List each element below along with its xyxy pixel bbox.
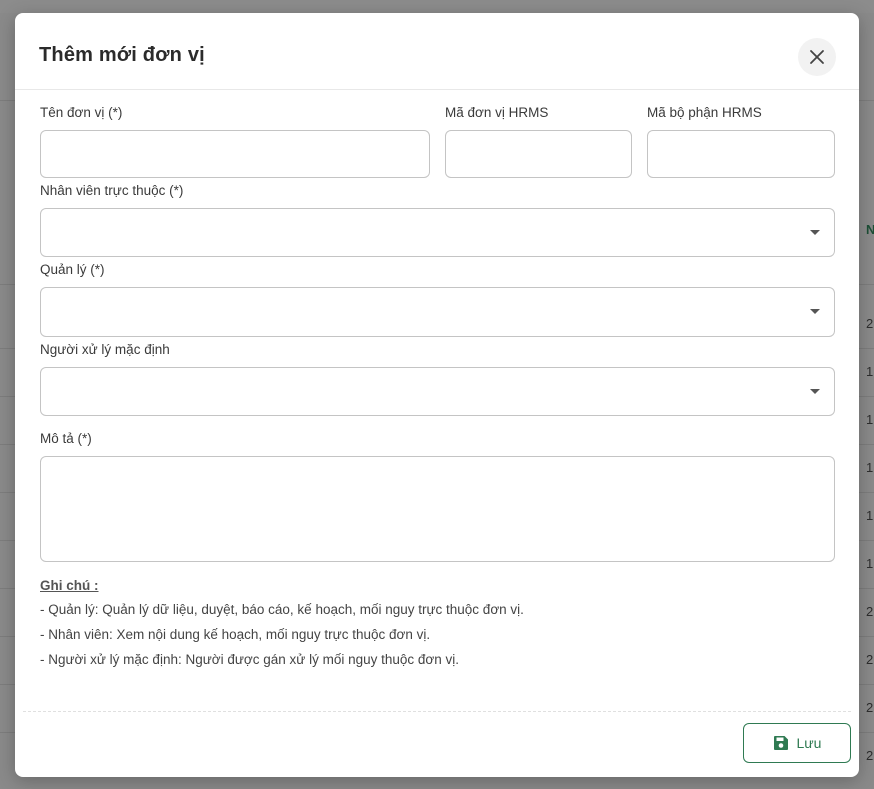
background-cell: 2 <box>866 748 874 763</box>
default-handler-select[interactable] <box>40 367 835 416</box>
footer-divider <box>23 711 851 712</box>
background-cell: 1 <box>866 412 874 427</box>
background-cell: 2 <box>866 652 874 667</box>
save-button[interactable]: Lưu <box>743 723 851 763</box>
unit-name-field[interactable] <box>40 130 430 178</box>
background-cell: 2 <box>866 316 874 331</box>
background-cell: 1 <box>866 460 874 475</box>
background-cell: 1 <box>866 508 874 523</box>
note-line-default-handler: - Người xử lý mặc định: Người được gán x… <box>40 652 459 667</box>
hrms-dept-code-field[interactable] <box>647 130 835 178</box>
description-textarea[interactable] <box>41 457 834 561</box>
employees-label: Nhân viên trực thuộc (*) <box>40 183 184 198</box>
note-line-manager: - Quản lý: Quản lý dữ liệu, duyệt, báo c… <box>40 602 524 617</box>
description-field[interactable] <box>40 456 835 562</box>
background-table-header: N <box>866 222 874 237</box>
chevron-down-icon <box>810 309 820 314</box>
notes-title: Ghi chú : <box>40 578 99 593</box>
close-icon <box>810 50 824 64</box>
dialog-title: Thêm mới đơn vị <box>39 44 205 66</box>
add-unit-dialog: Thêm mới đơn vị Tên đơn vị (*) Mã đơn vị… <box>15 13 859 777</box>
chevron-down-icon <box>810 389 820 394</box>
floppy-disk-icon <box>773 736 788 750</box>
unit-name-label: Tên đơn vị (*) <box>40 105 123 120</box>
chevron-down-icon <box>810 230 820 235</box>
note-line-employee: - Nhân viên: Xem nội dung kế hoạch, mối … <box>40 627 431 642</box>
background-cell: 1 <box>866 556 874 571</box>
manager-label: Quản lý (*) <box>40 262 105 277</box>
hrms-unit-code-input[interactable] <box>446 131 631 177</box>
hrms-unit-code-field[interactable] <box>445 130 632 178</box>
close-button[interactable] <box>798 38 836 76</box>
dialog-header: Thêm mới đơn vị <box>15 13 859 90</box>
description-label: Mô tả (*) <box>40 431 92 446</box>
background-cell: 2 <box>866 604 874 619</box>
background-cell: 2 <box>866 700 874 715</box>
employees-select[interactable] <box>40 208 835 257</box>
hrms-dept-code-input[interactable] <box>648 131 834 177</box>
hrms-unit-code-label: Mã đơn vị HRMS <box>445 105 549 120</box>
default-handler-label: Người xử lý mặc định <box>40 342 170 357</box>
background-cell: 1 <box>866 364 874 379</box>
manager-select[interactable] <box>40 287 835 337</box>
hrms-dept-code-label: Mã bộ phận HRMS <box>647 105 762 120</box>
background-topbar <box>0 0 874 13</box>
unit-name-input[interactable] <box>41 131 429 177</box>
save-button-label: Lưu <box>796 735 822 751</box>
